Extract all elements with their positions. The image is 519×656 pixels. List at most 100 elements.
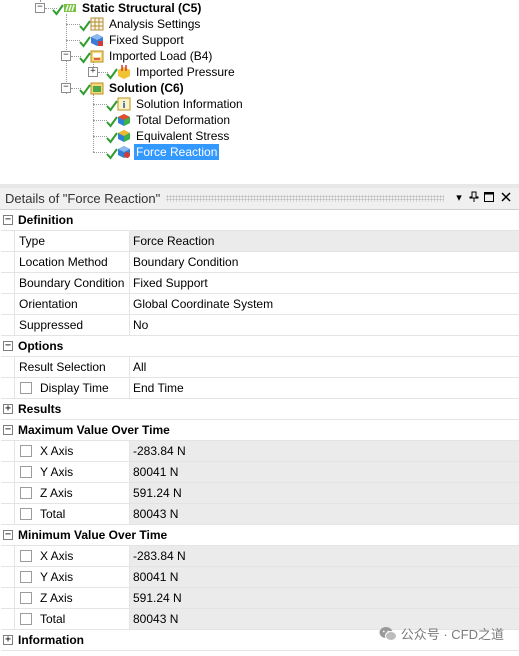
collapse-toggle[interactable]: − (61, 83, 71, 93)
property-name: Orientation (14, 294, 130, 314)
tree-line (66, 24, 80, 25)
expand-toggle[interactable]: + (88, 67, 98, 77)
collapse-icon[interactable]: − (3, 215, 13, 225)
parameter-checkbox[interactable] (20, 613, 32, 625)
property-name: Total (14, 609, 130, 629)
property-row-type[interactable]: Type Force Reaction (1, 231, 519, 252)
property-name-text: Y Axis (40, 570, 74, 584)
property-value: 80041 N (130, 462, 519, 482)
property-row-suppressed[interactable]: Suppressed No (1, 315, 519, 336)
tree-node-equivalent-stress[interactable]: Equivalent Stress (134, 128, 231, 144)
drag-grip[interactable] (166, 195, 444, 202)
property-row-max-x-axis[interactable]: X Axis -283.84 N (1, 441, 519, 462)
tree-line (93, 152, 107, 153)
collapse-icon[interactable]: − (3, 341, 13, 351)
property-name: Result Selection (14, 357, 130, 377)
close-icon[interactable] (499, 188, 513, 209)
property-row-min-y-axis[interactable]: Y Axis 80041 N (1, 567, 519, 588)
section-definition[interactable]: − Definition (1, 210, 519, 231)
property-value: -283.84 N (130, 546, 519, 566)
parameter-checkbox[interactable] (20, 382, 32, 394)
collapse-toggle[interactable]: − (35, 3, 45, 13)
parameter-checkbox[interactable] (20, 592, 32, 604)
property-value: -283.84 N (130, 441, 519, 461)
tree-node-fixed-support[interactable]: Fixed Support (107, 32, 186, 48)
collapse-icon[interactable]: − (3, 425, 13, 435)
tree-node-imported-load[interactable]: Imported Load (B4) (107, 48, 214, 64)
property-name: X Axis (14, 546, 130, 566)
property-row-display-time[interactable]: Display Time End Time (1, 378, 519, 399)
property-value[interactable]: End Time (130, 378, 519, 398)
details-title: Details of "Force Reaction" (5, 191, 161, 206)
equivalent-stress-icon (118, 130, 130, 142)
solution-icon (90, 82, 104, 95)
property-value[interactable]: All (130, 357, 519, 377)
svg-text:i: i (122, 101, 125, 111)
property-value: 80041 N (130, 567, 519, 587)
imported-pressure-icon (118, 65, 130, 79)
section-minimum-value-over-time[interactable]: − Minimum Value Over Time (1, 525, 519, 546)
property-row-max-y-axis[interactable]: Y Axis 80041 N (1, 462, 519, 483)
parameter-checkbox[interactable] (20, 466, 32, 478)
parameter-checkbox[interactable] (20, 445, 32, 457)
property-row-min-x-axis[interactable]: X Axis -283.84 N (1, 546, 519, 567)
property-value: 591.24 N (130, 588, 519, 608)
property-value[interactable]: No (130, 315, 519, 335)
section-maximum-value-over-time[interactable]: − Maximum Value Over Time (1, 420, 519, 441)
tree-node-total-deformation[interactable]: Total Deformation (134, 112, 232, 128)
tree-node-imported-pressure[interactable]: Imported Pressure (134, 64, 237, 80)
property-name-text: Total (40, 612, 66, 626)
property-name-text: Display Time (40, 381, 109, 395)
property-name: Location Method (14, 252, 130, 272)
parameter-checkbox[interactable] (20, 508, 32, 520)
property-name: X Axis (14, 441, 130, 461)
property-name: Display Time (14, 378, 130, 398)
dropdown-icon[interactable]: ▾ (452, 188, 466, 209)
details-header: Details of "Force Reaction" ▾ (0, 188, 519, 210)
property-value[interactable]: Global Coordinate System (130, 294, 519, 314)
fixed-support-icon (91, 34, 103, 46)
property-name: Y Axis (14, 462, 130, 482)
section-options[interactable]: − Options (1, 336, 519, 357)
collapse-toggle[interactable]: − (61, 51, 71, 61)
property-row-max-total[interactable]: Total 80043 N (1, 504, 519, 525)
tree-node-solution[interactable]: Solution (C6) (107, 80, 186, 96)
tree-node-analysis-settings[interactable]: Analysis Settings (107, 16, 202, 32)
tree-line (66, 40, 80, 41)
expand-icon[interactable]: + (3, 404, 13, 414)
collapse-icon[interactable]: − (3, 530, 13, 540)
section-title: Minimum Value Over Time (18, 528, 168, 542)
property-name: Total (14, 504, 130, 524)
tree-node-solution-information[interactable]: Solution Information (134, 96, 245, 112)
property-row-result-selection[interactable]: Result Selection All (1, 357, 519, 378)
section-results[interactable]: + Results (1, 399, 519, 420)
section-title: Information (18, 633, 84, 647)
property-value[interactable]: Boundary Condition (130, 252, 519, 272)
analysis-settings-icon (90, 17, 104, 31)
property-name: Y Axis (14, 567, 130, 587)
parameter-checkbox[interactable] (20, 487, 32, 499)
imported-load-icon (90, 50, 104, 63)
tree-node-static-structural[interactable]: Static Structural (C5) (80, 0, 203, 16)
force-reaction-icon (118, 146, 130, 158)
pin-icon[interactable] (467, 188, 481, 209)
property-value: 591.24 N (130, 483, 519, 503)
watermark: 公众号 · CFD之道 (379, 626, 504, 644)
property-row-orientation[interactable]: Orientation Global Coordinate System (1, 294, 519, 315)
property-row-boundary-condition[interactable]: Boundary Condition Fixed Support (1, 273, 519, 294)
property-value[interactable]: Fixed Support (130, 273, 519, 293)
expand-icon[interactable]: + (3, 635, 13, 645)
property-row-max-z-axis[interactable]: Z Axis 591.24 N (1, 483, 519, 504)
property-name-text: Z Axis (40, 591, 73, 605)
property-row-min-z-axis[interactable]: Z Axis 591.24 N (1, 588, 519, 609)
section-title: Results (18, 402, 62, 416)
parameter-checkbox[interactable] (20, 550, 32, 562)
parameter-checkbox[interactable] (20, 571, 32, 583)
property-name-text: X Axis (40, 549, 74, 563)
property-name: Type (14, 231, 130, 251)
restore-icon[interactable] (482, 188, 496, 209)
property-name: Z Axis (14, 483, 130, 503)
property-row-location-method[interactable]: Location Method Boundary Condition (1, 252, 519, 273)
section-title: Definition (18, 213, 74, 227)
tree-node-force-reaction[interactable]: Force Reaction (134, 144, 220, 160)
